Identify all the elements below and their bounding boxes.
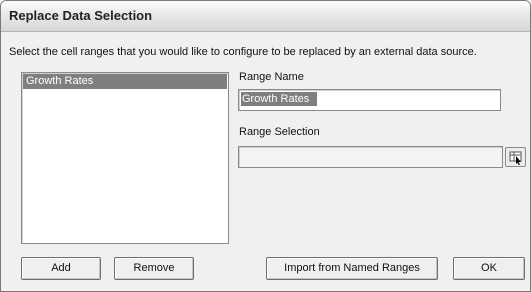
range-name-field[interactable] (238, 89, 501, 111)
range-picker-button[interactable] (505, 147, 526, 167)
range-name-input[interactable] (241, 92, 317, 106)
replace-data-selection-dialog: Replace Data Selection Select the cell r… (0, 0, 531, 292)
add-button[interactable]: Add (21, 257, 101, 280)
instruction-text: Select the cell ranges that you would li… (9, 46, 477, 58)
dialog-title: Replace Data Selection (9, 8, 153, 23)
ok-button[interactable]: OK (453, 257, 525, 280)
import-named-ranges-button[interactable]: Import from Named Ranges (266, 257, 438, 280)
title-bar[interactable]: Replace Data Selection (1, 1, 530, 32)
ranges-listbox[interactable]: Growth Rates (21, 72, 229, 244)
range-picker-icon (509, 151, 522, 165)
range-name-label: Range Name (239, 71, 304, 83)
remove-button[interactable]: Remove (114, 257, 194, 280)
list-item[interactable]: Growth Rates (23, 74, 227, 89)
range-selection-label: Range Selection (239, 126, 320, 138)
range-selection-field[interactable] (238, 146, 503, 168)
